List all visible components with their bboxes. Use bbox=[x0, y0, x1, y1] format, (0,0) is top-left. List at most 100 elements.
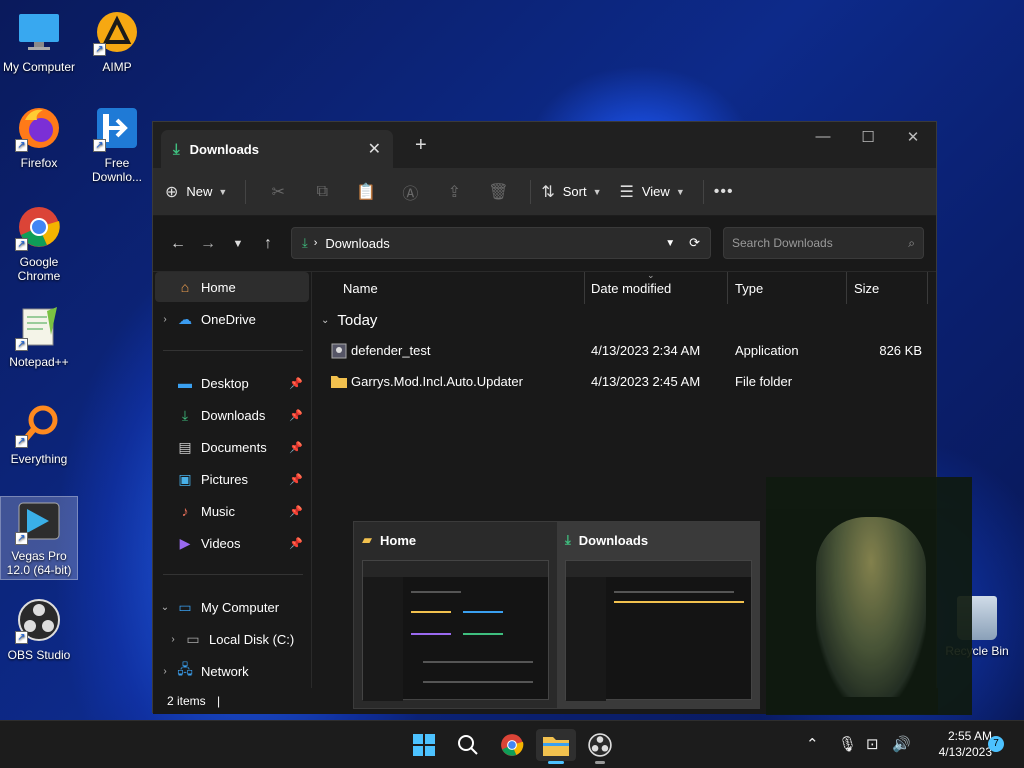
sidebar-item-label: Downloads bbox=[201, 407, 266, 423]
refresh-icon[interactable]: ⟳ bbox=[689, 235, 700, 251]
clock[interactable]: 2:55 AM 4/13/2023 bbox=[918, 728, 992, 760]
download-arrow-icon: ⤓ bbox=[565, 532, 571, 547]
thumbnail-sidebar bbox=[566, 577, 606, 701]
close-window-button[interactable]: ✕ bbox=[890, 128, 936, 146]
up-icon[interactable]: ↑ bbox=[253, 235, 283, 253]
desktop-icon-aimp[interactable]: ↗ AIMP bbox=[78, 8, 156, 74]
file-date: 4/13/2023 2:34 AM bbox=[591, 343, 701, 358]
search-input[interactable]: Search Downloads ⌕ bbox=[723, 227, 924, 259]
sidebar-item-pictures[interactable]: ▣ Pictures 📌 bbox=[155, 464, 309, 494]
view-button[interactable]: ☰ View ▼ bbox=[620, 182, 685, 202]
sidebar-divider bbox=[163, 574, 303, 575]
start-button[interactable] bbox=[404, 729, 444, 761]
show-hidden-icons-chevron-icon[interactable]: ⌃ bbox=[806, 735, 819, 753]
desktop-icon-label: Free Downlo... bbox=[91, 156, 143, 184]
volume-icon[interactable]: 🔊 bbox=[892, 735, 911, 753]
sidebar-item-local-disk[interactable]: › ▭ Local Disk (C:) bbox=[155, 624, 309, 654]
desktop-icon-free-download-manager[interactable]: ↗ Free Downlo... bbox=[78, 104, 156, 184]
file-row[interactable]: Garrys.Mod.Incl.Auto.Updater 4/13/2023 2… bbox=[313, 367, 938, 395]
ellipsis-icon: ••• bbox=[713, 182, 734, 200]
column-type-label: Type bbox=[735, 280, 764, 296]
taskbar-file-explorer[interactable] bbox=[536, 729, 576, 764]
more-options-button[interactable]: ••• bbox=[714, 183, 742, 201]
sidebar-item-label: Local Disk (C:) bbox=[209, 631, 295, 647]
back-icon[interactable]: ← bbox=[163, 235, 193, 253]
column-header-date[interactable]: Date modified ⌄ bbox=[583, 270, 728, 304]
column-header-type[interactable]: Type bbox=[727, 272, 847, 304]
paste-icon[interactable]: 📋 bbox=[352, 182, 380, 202]
collapse-chevron-icon[interactable]: ⌄ bbox=[155, 602, 175, 613]
forward-icon[interactable]: → bbox=[193, 235, 223, 253]
desktop-icon-firefox[interactable]: ↗ Firefox bbox=[0, 104, 78, 170]
sidebar-item-music[interactable]: ♪ Music 📌 bbox=[155, 496, 309, 526]
desktop-icon-notepad-plus-plus[interactable]: ↗ Notepad++ bbox=[0, 303, 78, 369]
copy-icon[interactable]: ⧉ bbox=[308, 183, 336, 201]
expand-chevron-icon[interactable]: › bbox=[155, 314, 175, 325]
search-button[interactable] bbox=[448, 729, 488, 761]
rename-icon[interactable]: Ⓐ bbox=[396, 180, 424, 204]
pin-icon[interactable]: 📌 bbox=[289, 505, 303, 518]
sidebar-item-onedrive[interactable]: › ☁ OneDrive bbox=[155, 304, 309, 334]
desktop-icon-obs-studio[interactable]: ↗ OBS Studio bbox=[0, 596, 78, 662]
pane-divider[interactable] bbox=[311, 272, 312, 688]
microphone-icon[interactable]: 🎙 bbox=[838, 735, 857, 753]
sidebar-item-videos[interactable]: ▶ Videos 📌 bbox=[155, 528, 309, 558]
taskbar-chrome[interactable] bbox=[492, 729, 532, 761]
folder-icon bbox=[543, 737, 569, 756]
pin-icon[interactable]: 📌 bbox=[289, 537, 303, 550]
sidebar-item-desktop[interactable]: ▬ Desktop 📌 bbox=[155, 368, 309, 398]
command-bar: ⊕ New ▼ ✂ ⧉ 📋 Ⓐ ⇪ 🗑 ⇅ Sort ▼ ☰ View ▼ ••… bbox=[153, 168, 936, 216]
close-tab-icon[interactable]: ✕ bbox=[368, 139, 381, 159]
aimp-icon: ↗ bbox=[93, 8, 141, 56]
new-tab-button[interactable]: + bbox=[415, 134, 427, 157]
taskbar-obs[interactable] bbox=[580, 729, 620, 764]
address-dropdown-icon[interactable]: ▼ bbox=[665, 238, 675, 249]
cut-icon[interactable]: ✂ bbox=[264, 182, 292, 202]
sidebar-item-home[interactable]: ⌂ Home bbox=[155, 272, 309, 302]
minimize-button[interactable]: — bbox=[800, 128, 846, 145]
shortcut-arrow-icon: ↗ bbox=[15, 532, 28, 545]
preview-card-downloads[interactable]: ⤓ Downloads bbox=[557, 522, 760, 708]
desktop-icon-my-computer[interactable]: My Computer bbox=[0, 8, 78, 74]
cloud-icon: ☁ bbox=[178, 310, 192, 327]
breadcrumb-chevron-icon: › bbox=[313, 237, 318, 249]
download-arrow-icon: ⤓ bbox=[173, 140, 180, 158]
expand-chevron-icon[interactable]: › bbox=[163, 634, 183, 645]
thumbnail-line bbox=[411, 611, 451, 613]
toolbar-divider bbox=[702, 179, 704, 204]
network-status-icon[interactable]: ⊡ bbox=[866, 735, 879, 753]
home-icon: ⌂ bbox=[180, 279, 190, 295]
desktop-icon-everything[interactable]: ↗ Everything bbox=[0, 400, 78, 466]
desktop-icon-label: Firefox bbox=[20, 156, 58, 170]
maximize-button[interactable]: ☐ bbox=[845, 128, 891, 146]
sidebar-item-downloads[interactable]: ⤓ Downloads 📌 bbox=[155, 400, 309, 430]
sidebar-item-my-computer[interactable]: ⌄ ▭ My Computer bbox=[155, 592, 309, 622]
column-header-name[interactable]: Name bbox=[335, 272, 585, 304]
file-row[interactable]: defender_test 4/13/2023 2:34 AM Applicat… bbox=[313, 336, 938, 364]
sort-button[interactable]: ⇅ Sort ▼ bbox=[541, 182, 601, 202]
column-date-label: Date modified bbox=[591, 280, 672, 296]
preview-card-home[interactable]: ▰ Home bbox=[354, 522, 557, 708]
tab-downloads[interactable]: ⤓ Downloads ✕ bbox=[161, 130, 393, 168]
desktop-icon-label: OBS Studio bbox=[7, 648, 71, 662]
pin-icon[interactable]: 📌 bbox=[289, 409, 303, 422]
thumbnail-line bbox=[423, 661, 533, 663]
address-bar[interactable]: ⤓ › Downloads ▼ ⟳ bbox=[291, 227, 711, 259]
share-icon[interactable]: ⇪ bbox=[440, 182, 468, 202]
notification-badge[interactable]: 7 bbox=[988, 736, 1004, 752]
group-header-today[interactable]: ⌄ Today bbox=[321, 312, 377, 329]
desktop-icon-vegas-pro[interactable]: ↗ Vegas Pro 12.0 (64-bit) bbox=[0, 496, 78, 580]
sidebar-item-documents[interactable]: ▤ Documents 📌 bbox=[155, 432, 309, 462]
pin-icon[interactable]: 📌 bbox=[289, 473, 303, 486]
expand-chevron-icon[interactable]: › bbox=[155, 666, 175, 677]
recent-locations-chevron-icon[interactable]: ▼ bbox=[223, 238, 253, 250]
shortcut-arrow-icon: ↗ bbox=[15, 338, 28, 351]
pin-icon[interactable]: 📌 bbox=[289, 377, 303, 390]
desktop-icon-google-chrome[interactable]: ↗ Google Chrome bbox=[0, 203, 78, 283]
column-header-size[interactable]: Size bbox=[846, 272, 928, 304]
pin-icon[interactable]: 📌 bbox=[289, 441, 303, 454]
sidebar-item-network[interactable]: › 🖧 Network bbox=[155, 656, 309, 686]
address-path[interactable]: Downloads bbox=[325, 236, 665, 251]
new-button[interactable]: ⊕ New ▼ bbox=[165, 182, 227, 202]
delete-icon[interactable]: 🗑 bbox=[484, 182, 512, 202]
